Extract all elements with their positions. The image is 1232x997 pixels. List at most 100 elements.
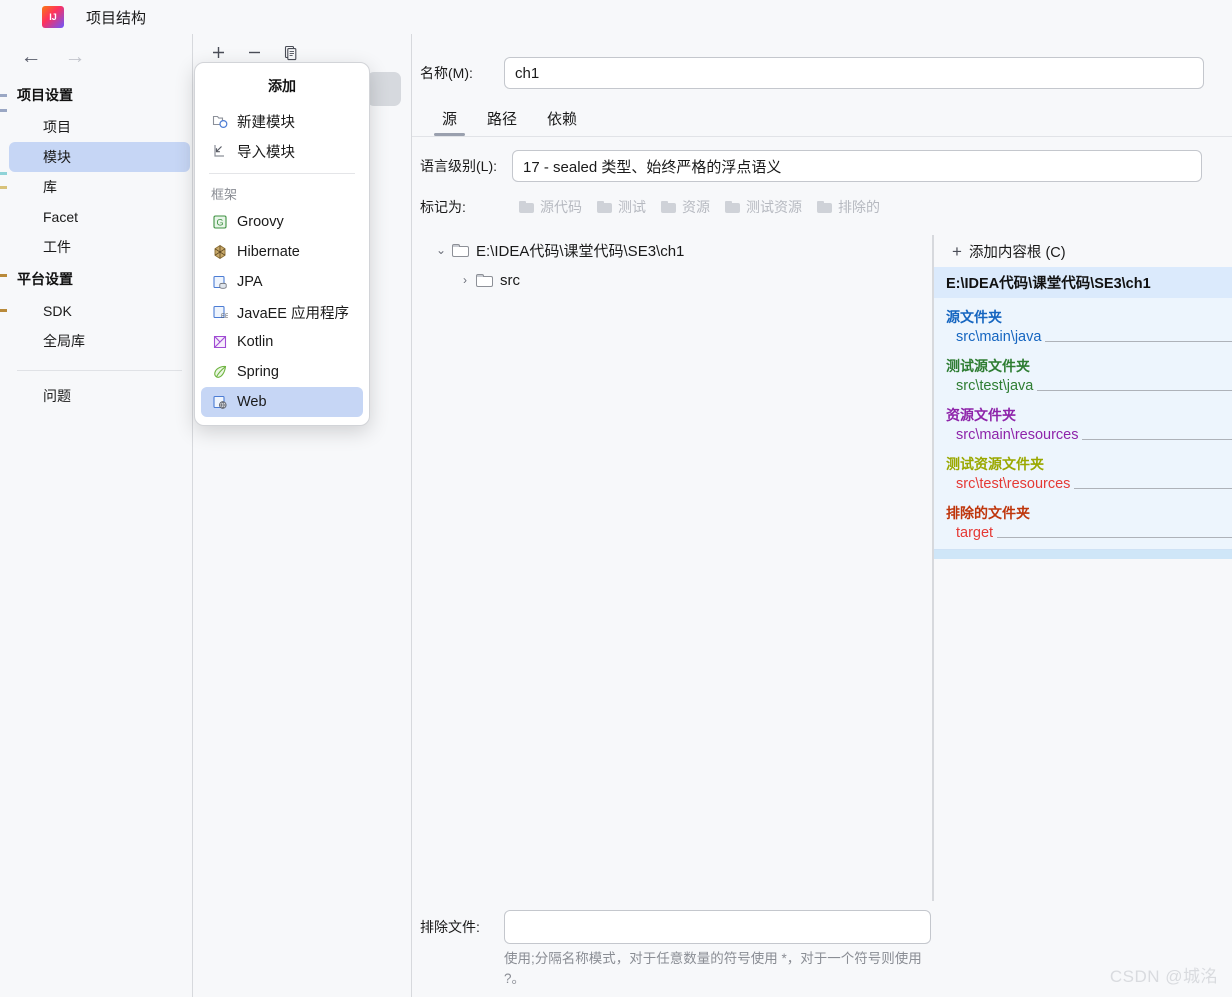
popup-item-web[interactable]: Web: [201, 387, 363, 417]
svg-text:EE: EE: [221, 314, 228, 320]
folder-excluded-icon: [817, 201, 832, 213]
popup-item-new-module[interactable]: 新建模块: [201, 106, 363, 136]
section-path-row[interactable]: src\test\resources: [946, 474, 1232, 494]
exclude-files-hint: 使用;分隔名称模式，对于任意数量的符号使用 *，对于一个符号则使用 ?。: [504, 951, 922, 986]
popup-item-spring[interactable]: Spring: [201, 357, 363, 387]
kotlin-icon: [211, 334, 228, 351]
section-title: 资源文件夹: [946, 407, 1016, 423]
marker-dot: [0, 309, 7, 312]
popup-item-label: Kotlin: [237, 334, 274, 350]
mark-as-sources[interactable]: 源代码: [519, 197, 582, 217]
sidebar-group-project-settings: 项目设置: [17, 87, 73, 103]
plus-icon: +: [952, 241, 962, 261]
exclude-files-label: 排除文件:: [420, 919, 480, 935]
folder-resources-icon: [661, 201, 676, 213]
tab-dependencies[interactable]: 依赖: [547, 108, 577, 136]
mark-as-row: 标记为: 源代码 测试 资源 测试资源 排除的: [420, 193, 1232, 221]
groovy-icon: G: [211, 214, 228, 231]
section-title: 测试资源文件夹: [946, 456, 1044, 472]
popup-item-label: Groovy: [237, 214, 284, 230]
tab-paths[interactable]: 路径: [487, 108, 517, 136]
section-title: 测试源文件夹: [946, 358, 1030, 374]
jpa-icon: [211, 274, 228, 291]
section-path-row[interactable]: src\test\java: [946, 376, 1232, 396]
content-roots-panel: + 添加内容根 (C) E:\IDEA代码\课堂代码\SE3\ch1 源文件夹 …: [933, 235, 1232, 901]
exclude-files-input[interactable]: [504, 910, 931, 944]
sidebar-item-problems[interactable]: 问题: [9, 381, 190, 411]
chevron-right-icon[interactable]: ›: [454, 273, 476, 287]
detail-tabs: 源 路径 依赖: [433, 106, 1232, 136]
sidebar-item-facets[interactable]: Facet: [9, 202, 190, 232]
arrow-left-icon[interactable]: ←: [17, 43, 45, 69]
section-path: src\test\resources: [956, 476, 1075, 492]
popup-title: 添加: [268, 78, 296, 94]
plus-icon[interactable]: [207, 41, 229, 63]
popup-item-javaee[interactable]: EE JavaEE 应用程序: [201, 297, 363, 327]
language-level-select[interactable]: 17 - sealed 类型、始终严格的浮点语义: [512, 150, 1202, 182]
section-title: 排除的文件夹: [946, 505, 1030, 521]
add-content-root-button[interactable]: + 添加内容根 (C): [934, 235, 1232, 267]
add-content-root-label: 添加内容根 (C): [968, 244, 1066, 261]
tree-row[interactable]: › src: [420, 265, 932, 295]
module-search-field[interactable]: [367, 72, 401, 106]
module-name-label: 名称(M):: [420, 65, 473, 81]
popup-item-hibernate[interactable]: Hibernate: [201, 237, 363, 267]
mark-as-tests[interactable]: 测试: [597, 197, 646, 217]
mark-as-label-text: 测试资源: [746, 199, 802, 215]
sidebar-item-artifacts[interactable]: 工件: [9, 232, 190, 262]
tab-sources[interactable]: 源: [433, 108, 466, 136]
import-module-icon: [211, 143, 228, 160]
arrow-right-icon[interactable]: →: [61, 43, 89, 69]
section-path: src\main\resources: [956, 427, 1083, 443]
section-path-row[interactable]: src\main\resources: [946, 425, 1232, 445]
copy-icon[interactable]: [279, 41, 301, 63]
mark-as-resources[interactable]: 资源: [661, 197, 710, 217]
mark-as-label-text: 排除的: [838, 199, 880, 215]
exclude-files-row: 排除文件:: [420, 901, 1232, 945]
marker-dot: [0, 109, 7, 112]
content-root-footer-strip: [934, 550, 1232, 559]
language-level-value: 17 - sealed 类型、始终严格的浮点语义: [523, 158, 782, 176]
mark-as-excluded[interactable]: 排除的: [817, 197, 880, 217]
popup-item-label: Spring: [237, 364, 279, 380]
minus-icon[interactable]: [243, 41, 265, 63]
chevron-down-icon[interactable]: ⌄: [430, 243, 452, 257]
section-path-row[interactable]: target: [946, 523, 1232, 543]
content-root-section: 资源文件夹 src\main\resources: [934, 396, 1232, 445]
sidebar-item-modules[interactable]: 模块: [9, 142, 190, 172]
popup-item-label: JPA: [237, 274, 263, 290]
title-bar: 项目结构: [0, 0, 1232, 35]
popup-item-groovy[interactable]: G Groovy: [201, 207, 363, 237]
mark-as-test-resources[interactable]: 测试资源: [725, 197, 802, 217]
language-level-label: 语言级别(L):: [420, 158, 497, 174]
new-module-icon: [211, 113, 228, 130]
sidebar-item-sdks[interactable]: SDK: [9, 296, 190, 326]
folder-test-resources-icon: [725, 201, 740, 213]
marker-dot: [0, 172, 7, 175]
popup-item-jpa[interactable]: JPA: [201, 267, 363, 297]
content-root-path[interactable]: E:\IDEA代码\课堂代码\SE3\ch1: [934, 267, 1232, 298]
popup-group-frameworks: 框架: [211, 187, 238, 202]
sidebar-divider: [17, 370, 182, 371]
navigation-buttons: ← →: [7, 34, 192, 78]
content-root-block: E:\IDEA代码\课堂代码\SE3\ch1 源文件夹 src\main\jav…: [934, 267, 1232, 550]
popup-item-kotlin[interactable]: Kotlin: [201, 327, 363, 357]
module-name-input[interactable]: ch1: [504, 57, 1204, 89]
popup-item-import-module[interactable]: 导入模块: [201, 136, 363, 166]
settings-sidebar: ← → 项目设置 项目 模块 库 Facet 工件 平台设置 SDK 全局库 问…: [7, 34, 193, 997]
sidebar-item-label: 问题: [43, 388, 71, 404]
section-path: target: [956, 525, 998, 541]
tree-row[interactable]: ⌄ E:\IDEA代码\课堂代码\SE3\ch1: [420, 235, 932, 265]
hibernate-icon: [211, 244, 228, 261]
folder-icon: [476, 273, 493, 287]
section-path-row[interactable]: src\main\java: [946, 327, 1232, 347]
sidebar-item-libraries[interactable]: 库: [9, 172, 190, 202]
sources-split: ⌄ E:\IDEA代码\课堂代码\SE3\ch1 › src + 添加内容根 (…: [412, 235, 1232, 997]
content-root-section: 测试源文件夹 src\test\java: [934, 347, 1232, 396]
sidebar-item-label: SDK: [43, 303, 72, 319]
add-module-popup: 添加 新建模块 导入模块 框架 G Groovy Hibernate JPA E…: [194, 62, 370, 426]
sidebar-item-global-libraries[interactable]: 全局库: [9, 326, 190, 356]
content-root-section: 源文件夹 src\main\java: [934, 298, 1232, 347]
sidebar-item-project[interactable]: 项目: [9, 112, 190, 142]
folder-tests-icon: [597, 201, 612, 213]
